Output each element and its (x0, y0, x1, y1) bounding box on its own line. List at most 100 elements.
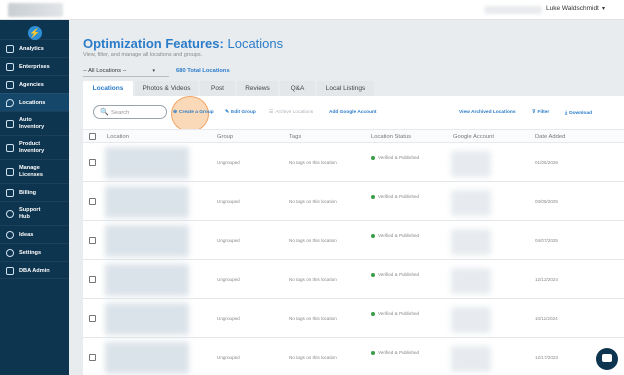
chat-launcher-button[interactable] (596, 348, 618, 370)
group-cell: Ungrouped (217, 316, 240, 321)
sidebar-item-label: Analytics (19, 45, 44, 52)
google-account-blurred (451, 268, 491, 294)
brand-logo[interactable] (8, 3, 63, 17)
status-dot-icon (371, 194, 375, 199)
location-name-blurred[interactable] (105, 264, 189, 296)
tab-photos-videos[interactable]: Photos & Videos (135, 81, 198, 96)
download-icon: ⤓ (565, 111, 568, 116)
location-name-blurred[interactable] (105, 147, 189, 179)
column-header-tags[interactable]: Tags (289, 134, 301, 140)
group-cell: Ungrouped (217, 355, 240, 360)
date-cell: 01/05/2026 (535, 160, 558, 165)
status-text: Verified & Published (378, 311, 420, 316)
status-cell: Verified & Published (371, 272, 419, 277)
table-row[interactable]: Ungrouped No tags on this location Verif… (83, 182, 624, 221)
sidebar-item-locations[interactable]: Locations (0, 93, 69, 111)
row-checkbox[interactable] (89, 276, 96, 283)
row-checkbox[interactable] (89, 198, 96, 205)
date-cell: 03/08/2025 (535, 199, 558, 204)
tags-cell: No tags on this location (289, 316, 337, 321)
billing-icon (6, 189, 14, 197)
sidebar-item-enterprises[interactable]: Enterprises (0, 57, 69, 75)
edit-group-button[interactable]: ✎ Edit Group (225, 110, 256, 115)
sidebar-item-product-inventory[interactable]: Product Inventory (0, 135, 69, 159)
table-row[interactable]: Ungrouped No tags on this location Verif… (83, 143, 624, 182)
sidebar-item-support-hub[interactable]: Support Hub (0, 201, 69, 225)
download-label: Download (569, 111, 593, 116)
user-menu-caret-icon[interactable]: ▾ (602, 5, 605, 12)
google-account-blurred (451, 346, 491, 372)
filter-button[interactable]: ⊽ Filter (532, 110, 549, 115)
sidebar-item-label: Ideas (19, 231, 34, 238)
status-dot-icon (371, 155, 375, 160)
select-all-checkbox[interactable] (89, 133, 96, 140)
status-text: Verified & Published (378, 233, 420, 238)
sidebar-item-label: Agencies (19, 81, 44, 88)
status-cell: Verified & Published (371, 194, 419, 199)
sidebar-item-dba-admin[interactable]: DBA Admin (0, 261, 69, 279)
status-text: Verified & Published (378, 155, 420, 160)
user-name[interactable]: Luke Waldschmidt (546, 5, 599, 12)
tab-qa[interactable]: Q&A (280, 81, 315, 96)
page-title-rest: Locations (227, 36, 284, 51)
tab-locations[interactable]: Locations (83, 81, 133, 96)
table-row[interactable]: Ungrouped No tags on this location Verif… (83, 260, 624, 299)
sidebar-item-manage-licenses[interactable]: Manage Licenses (0, 159, 69, 183)
status-cell: Verified & Published (371, 233, 419, 238)
table-row[interactable]: Ungrouped No tags on this location Verif… (83, 338, 624, 375)
sidebar-item-ideas[interactable]: Ideas (0, 225, 69, 243)
create-group-button[interactable]: ⊕ Create a Group (173, 110, 214, 115)
tab-reviews[interactable]: Reviews (237, 81, 278, 96)
search-input[interactable]: 🔍 Search (93, 105, 167, 119)
add-google-account-button[interactable]: Add Google Account (329, 110, 377, 115)
row-checkbox[interactable] (89, 315, 96, 322)
page-title: Optimization Features: Locations (83, 36, 283, 51)
column-header-location[interactable]: Location (107, 134, 129, 140)
row-checkbox[interactable] (89, 354, 96, 361)
date-cell: 04/07/2025 (535, 238, 558, 243)
total-locations-count: 680 Total Locations (176, 68, 230, 74)
sidebar-item-settings[interactable]: Settings (0, 243, 69, 261)
column-header-group[interactable]: Group (217, 134, 233, 140)
tab-post[interactable]: Post (200, 81, 235, 96)
date-cell: 12/12/2024 (535, 277, 558, 282)
sidebar-item-agencies[interactable]: Agencies (0, 75, 69, 93)
view-archived-locations-link[interactable]: View Archived Locations (459, 110, 516, 115)
sidebar-item-label: Enterprises (19, 63, 50, 70)
table-row[interactable]: Ungrouped No tags on this location Verif… (83, 221, 624, 260)
location-name-blurred[interactable] (105, 186, 189, 218)
sidebar-item-billing[interactable]: Billing (0, 183, 69, 201)
create-group-label: Create a Group (179, 110, 214, 115)
location-filter-select[interactable]: -- All Locations -- ▾ (83, 68, 169, 77)
google-account-blurred (451, 190, 491, 216)
analytics-icon (6, 45, 14, 53)
status-dot-icon (371, 350, 375, 355)
lightning-logo-icon[interactable]: ⚡ (28, 26, 42, 40)
sidebar-item-label: Billing (19, 189, 37, 196)
archive-locations-button[interactable]: ☰ Archive Locations (269, 110, 313, 115)
group-cell: Ungrouped (217, 160, 240, 165)
date-cell: 10/11/2024 (535, 316, 558, 321)
sidebar-item-label: Locations (19, 99, 46, 106)
page-subtitle: View, filter, and manage all locations a… (83, 52, 203, 58)
support-icon (6, 210, 14, 218)
row-checkbox[interactable] (89, 237, 96, 244)
admin-icon (6, 267, 14, 275)
table-row[interactable]: Ungrouped No tags on this location Verif… (83, 299, 624, 338)
column-header-location-status[interactable]: Location Status (371, 134, 411, 140)
column-header-google-account[interactable]: Google Account (453, 134, 494, 140)
sidebar-item-analytics[interactable]: Analytics (0, 39, 69, 57)
location-name-blurred[interactable] (105, 342, 189, 374)
download-button[interactable]: ⤓ Download (565, 110, 592, 116)
location-pin-icon (6, 99, 14, 107)
chevron-down-icon: ▾ (152, 68, 155, 74)
status-text: Verified & Published (378, 272, 420, 277)
chat-bubble-icon (602, 354, 612, 362)
page-title-bold: Optimization Features: (83, 36, 224, 51)
location-name-blurred[interactable] (105, 225, 189, 257)
sidebar-item-auto-inventory[interactable]: Auto Inventory (0, 111, 69, 135)
row-checkbox[interactable] (89, 159, 96, 166)
location-name-blurred[interactable] (105, 303, 189, 335)
tab-local-listings[interactable]: Local Listings (317, 81, 374, 96)
column-header-date-added[interactable]: Date Added (535, 134, 565, 140)
